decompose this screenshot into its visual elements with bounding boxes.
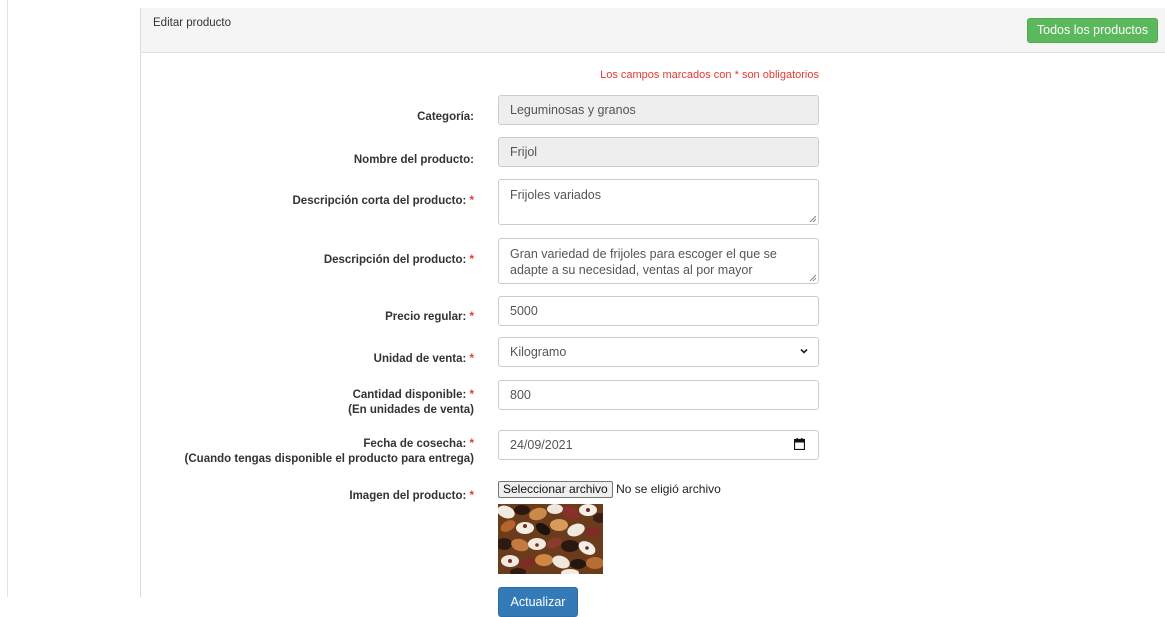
short-description-textarea[interactable]: Frijoles variados xyxy=(498,179,819,225)
short-description-label: Descripción corta del producto: * xyxy=(292,195,475,207)
available-quantity-label: Cantidad disponible: * (En unidades de v… xyxy=(348,389,474,416)
panel-heading: Editar producto Todos los productos xyxy=(141,8,1165,53)
category-field: Leguminosas y granos xyxy=(498,95,819,125)
required-fields-note: Los campos marcados con * son obligatori… xyxy=(600,69,819,81)
resize-grip-icon[interactable] xyxy=(809,215,816,222)
file-status: No se eligió archivo xyxy=(616,482,721,496)
edit-product-panel: Editar producto Todos los productos Los … xyxy=(140,8,1165,617)
calendar-icon[interactable] xyxy=(794,438,805,450)
harvest-date-sublabel: (Cuando tengas disponible el producto pa… xyxy=(184,453,474,465)
chevron-down-icon xyxy=(800,348,808,354)
sale-unit-select[interactable]: Kilogramo xyxy=(498,337,819,367)
harvest-date-label: Fecha de cosecha: * (Cuando tengas dispo… xyxy=(184,438,474,465)
available-quantity-input[interactable]: 800 xyxy=(498,380,819,410)
harvest-date-input[interactable]: 24/09/2021 xyxy=(498,430,819,460)
harvest-date-value: 24/09/2021 xyxy=(510,438,573,452)
short-description-value: Frijoles variados xyxy=(510,188,602,202)
product-name-label: Nombre del producto: xyxy=(353,154,474,166)
all-products-button[interactable]: Todos los productos xyxy=(1027,18,1158,43)
file-input[interactable]: Seleccionar archivo No se eligió archivo xyxy=(498,481,721,498)
product-image-label: Imagen del producto: * xyxy=(349,490,474,502)
update-button[interactable]: Actualizar xyxy=(498,587,578,617)
resize-grip-icon[interactable] xyxy=(809,274,816,281)
description-label: Descripción del producto: * xyxy=(323,254,474,266)
description-value: Gran variedad de frijoles para escoger e… xyxy=(510,247,777,277)
page-title: Editar producto xyxy=(153,17,231,29)
description-textarea[interactable]: Gran variedad de frijoles para escoger e… xyxy=(498,238,819,284)
regular-price-input[interactable]: 5000 xyxy=(498,296,819,326)
sale-unit-label: Unidad de venta: * xyxy=(373,353,474,365)
regular-price-label: Precio regular: * xyxy=(385,311,474,323)
available-quantity-sublabel: (En unidades de venta) xyxy=(348,404,474,416)
product-name-field: Frijol xyxy=(498,137,819,167)
category-label: Categoría: xyxy=(417,111,474,123)
sale-unit-value: Kilogramo xyxy=(510,345,567,359)
choose-file-button[interactable]: Seleccionar archivo xyxy=(498,481,613,498)
left-divider xyxy=(7,0,8,597)
product-image-thumbnail xyxy=(498,504,603,574)
